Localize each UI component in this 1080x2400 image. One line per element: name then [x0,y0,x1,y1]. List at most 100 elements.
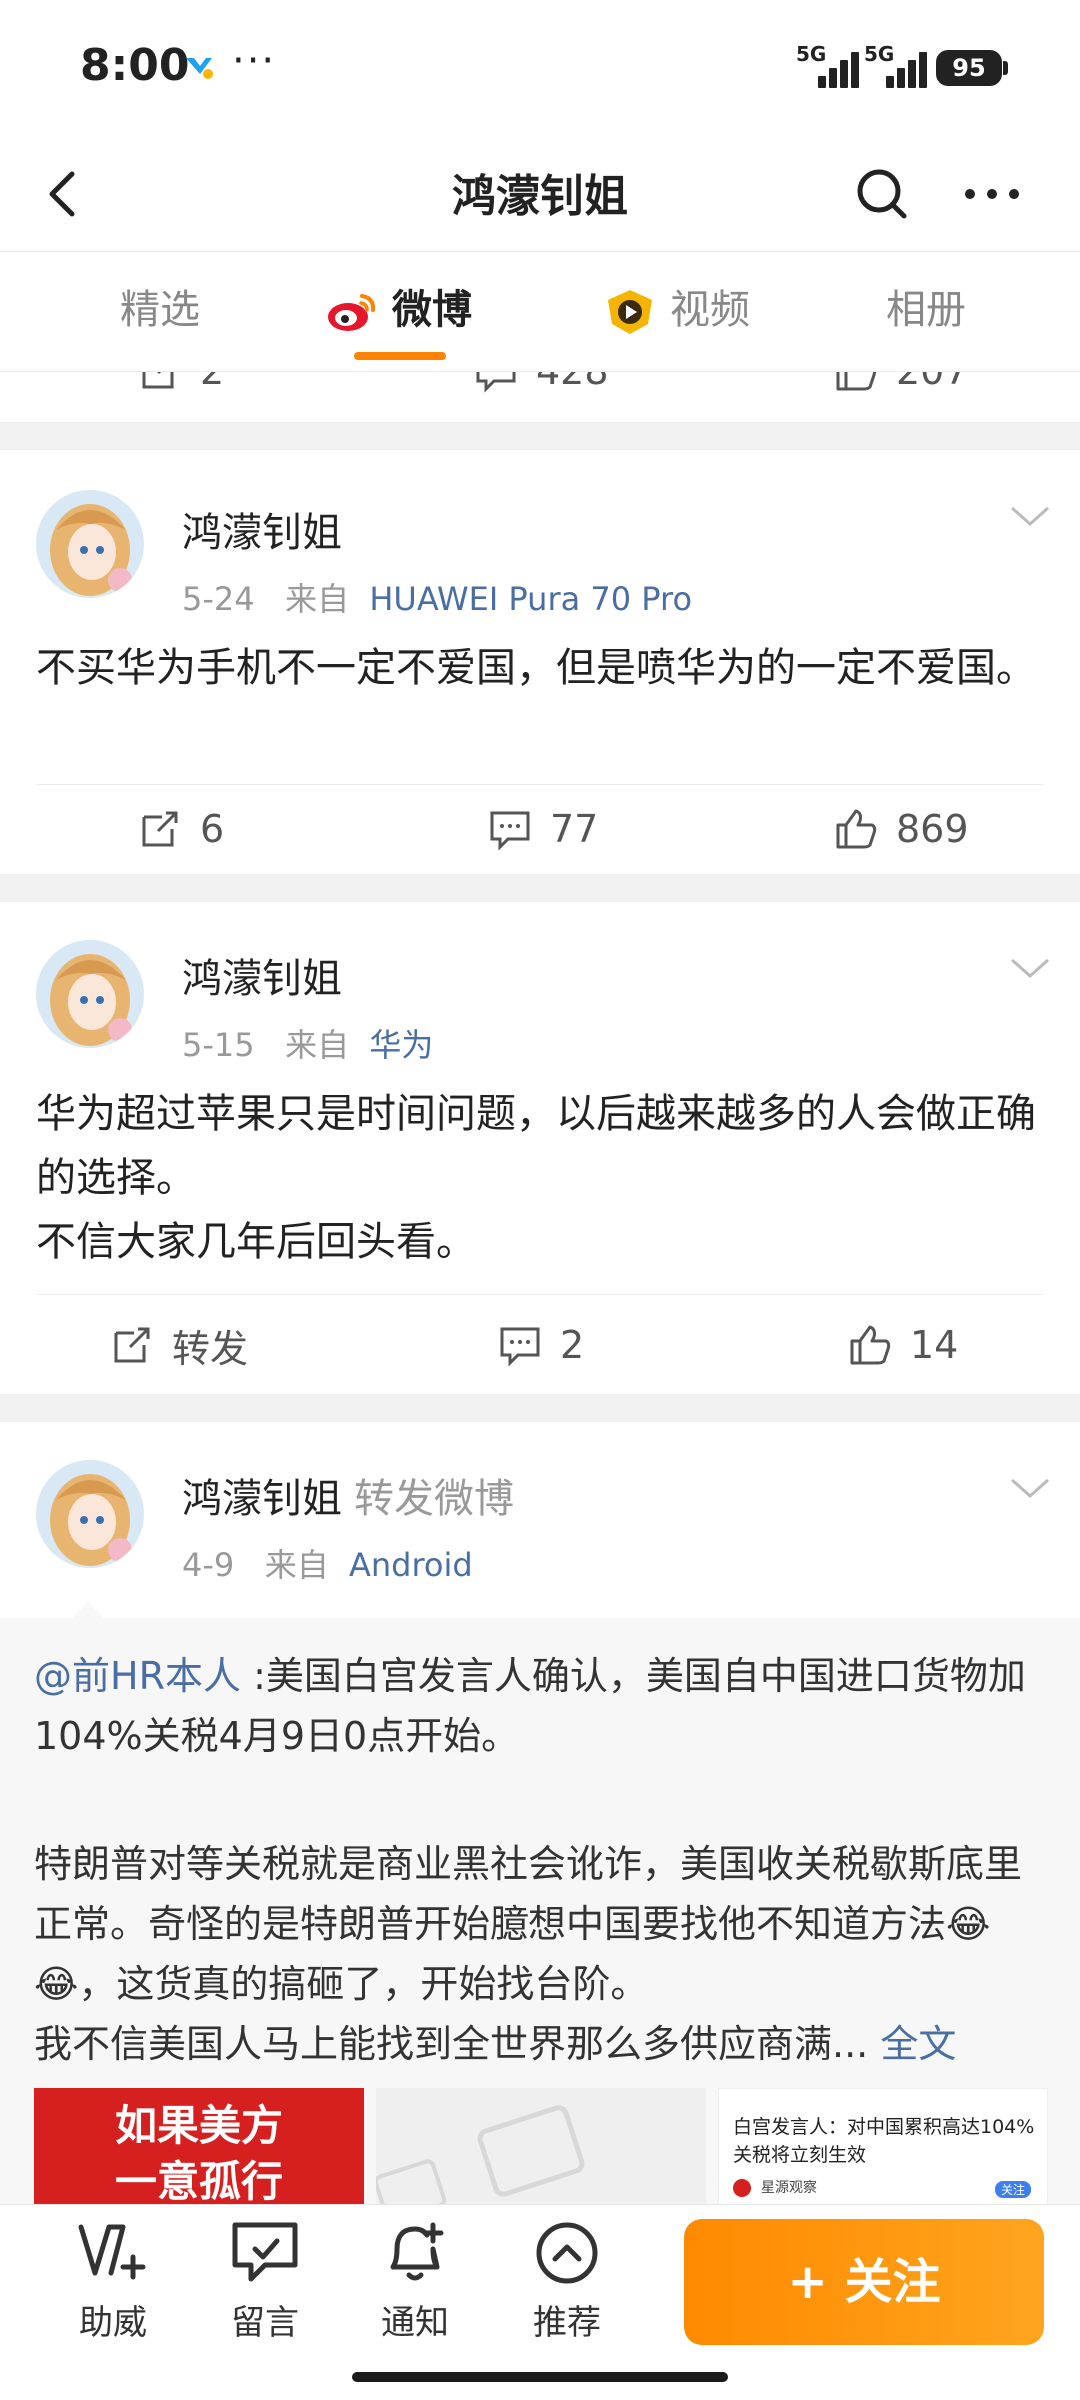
message-button[interactable]: 留言 [210,2217,320,2344]
recommend-icon [536,2222,598,2284]
more-button[interactable] [956,158,1028,230]
weibo-post: 鸿濛钊姐 5-15 来自 华为 华为超过苹果只是时间问题，以后越来越多的人会做正… [0,902,1080,1394]
signal-5g-icon: 5G [864,42,930,88]
thumbs-up-icon [836,809,877,849]
post-date: 5-15 [182,1026,255,1064]
repost-icon [142,372,174,389]
home-indicator[interactable] [352,2372,728,2382]
comment-icon [476,372,516,393]
from-label: 来自 [285,1026,350,1064]
app-notification-icon [186,58,213,79]
comment-icon [490,811,530,851]
thumb-sub: 星源观察 [761,2180,817,2196]
feed-separator [0,422,1080,450]
like-button[interactable]: 869 [834,784,969,874]
profile-tabs: 精选 微博 视频 相册 [0,252,1080,372]
comment-button[interactable]: 77 [488,784,598,874]
weibo-logo-icon [328,294,376,331]
comment-icon [500,1327,540,1367]
tab-album[interactable]: 相册 [886,280,966,340]
tab-video[interactable]: 视频 [604,280,750,340]
cheer-button[interactable]: 助威 [58,2217,168,2344]
status-time: 8:00 [80,40,190,91]
chevron-down-icon[interactable] [1008,1474,1052,1504]
recommend-button[interactable]: 推荐 [512,2217,622,2344]
feed-separator [0,874,1080,902]
page-header: 鸿濛钊姐 [0,136,1080,252]
thumb-avatar [733,2179,751,2197]
chevron-down-icon[interactable] [1008,954,1052,984]
battery-indicator: 95 [936,50,1002,86]
notify-button[interactable]: 通知 [360,2217,470,2344]
avatar[interactable] [36,1460,144,1568]
action-row: 2 428 207 [0,372,1080,416]
status-bar: 8:00 ··· 5G 5G 95 [0,0,1080,136]
search-button[interactable] [846,158,918,230]
repost-button[interactable]: 6 [138,784,224,874]
thumb-badge: 关注 [995,2181,1032,2198]
battery-tip [1003,61,1008,75]
full-text-link[interactable]: 全文 [880,2022,956,2066]
repost-button[interactable]: 转发 [110,1300,248,1390]
action-row: 6 77 869 [0,784,1080,874]
repost-tag: 转发微博 [354,1476,514,1522]
post-source[interactable]: HUAWEI Pura 70 Pro [369,580,692,618]
post-image-thumb[interactable] [376,2088,706,2208]
follow-button[interactable]: + 关注 [684,2219,1044,2345]
post-meta: 4-9 来自 Android [182,1540,473,1586]
avatar[interactable] [36,490,144,598]
tab-featured[interactable]: 精选 [120,280,200,340]
repost-icon [114,1327,150,1363]
post-text[interactable]: 华为超过苹果只是时间问题，以后越来越多的人会做正确的选择。 不信大家几年后回头看… [36,1082,1044,1274]
thumb-caption: 如果美方 一意孤行 [114,2101,283,2206]
status-more-dots: ··· [232,38,277,84]
thumbs-up-icon [836,372,877,391]
bell-icon [390,2222,444,2281]
from-label: 来自 [285,580,350,618]
anime-avatar-image [36,940,144,1048]
tab-weibo[interactable]: 微博 [326,280,472,340]
repost-icon [142,811,178,847]
weibo-post: 鸿濛钊姐 5-24 来自 HUAWEI Pura 70 Pro 不买华为手机不一… [0,450,1080,874]
previous-post-actions: 2 428 207 [0,372,1080,422]
more-dots-icon [965,189,1019,199]
anime-avatar-image [36,490,144,598]
comment-button[interactable]: 428 [474,372,609,416]
search-icon [857,169,907,219]
image-placeholder-icon [376,2105,585,2208]
action-row: 转发 2 14 [0,1300,1080,1390]
author-name[interactable]: 鸿濛钊姐 转发微博 [182,1466,514,1524]
comment-button[interactable]: 2 [498,1300,584,1390]
post-image-thumb[interactable]: 白宫发言人：对中国累积高达104%关税将立刻生效 星源观察 关注 [718,2088,1048,2208]
quote-notch [72,1602,104,1618]
from-label: 来自 [264,1546,329,1584]
post-date: 4-9 [182,1546,235,1584]
chevron-down-icon[interactable] [1008,502,1052,532]
post-text[interactable]: 不买华为手机不一定不爱国，但是喷华为的一定不爱国。 [36,636,1044,700]
video-badge-icon [608,290,652,334]
post-date: 5-24 [182,580,255,618]
page-title: 鸿濛钊姐 [452,171,628,222]
divider [36,1294,1044,1295]
active-tab-indicator [354,352,446,360]
bottom-action-bar: 助威 留言 通知 推荐 + 关注 [0,2204,1080,2400]
post-meta: 5-15 来自 华为 [182,1020,433,1066]
feed-separator [0,1394,1080,1422]
author-name[interactable]: 鸿濛钊姐 [182,500,342,558]
thumbs-up-icon [850,1325,891,1365]
quoted-text[interactable]: @前HR本人 :美国白宫发言人确认，美国自中国进口货物加104%关税4月9日0点… [34,1646,1046,1766]
post-meta: 5-24 来自 HUAWEI Pura 70 Pro [182,574,692,620]
like-button[interactable]: 14 [848,1300,958,1390]
quoted-user-mention[interactable]: @前HR本人 [34,1654,241,1698]
thumb-headline: 白宫发言人：对中国累积高达104%关税将立刻生效 [733,2116,1035,2166]
avatar[interactable] [36,940,144,1048]
anime-avatar-image [36,1460,144,1568]
post-source[interactable]: 华为 [369,1026,433,1064]
post-source[interactable]: Android [349,1546,473,1584]
repost-button[interactable]: 2 [138,372,224,416]
quoted-text-body[interactable]: 特朗普对等关税就是商业黑社会讹诈，美国收关税歇斯底里正常。奇怪的是特朗普开始臆想… [34,1834,1046,2074]
like-button[interactable]: 207 [834,372,969,416]
signal-5g-icon: 5G [796,42,862,88]
post-image-thumb[interactable]: 如果美方 一意孤行 [34,2088,364,2208]
author-name[interactable]: 鸿濛钊姐 [182,946,342,1004]
